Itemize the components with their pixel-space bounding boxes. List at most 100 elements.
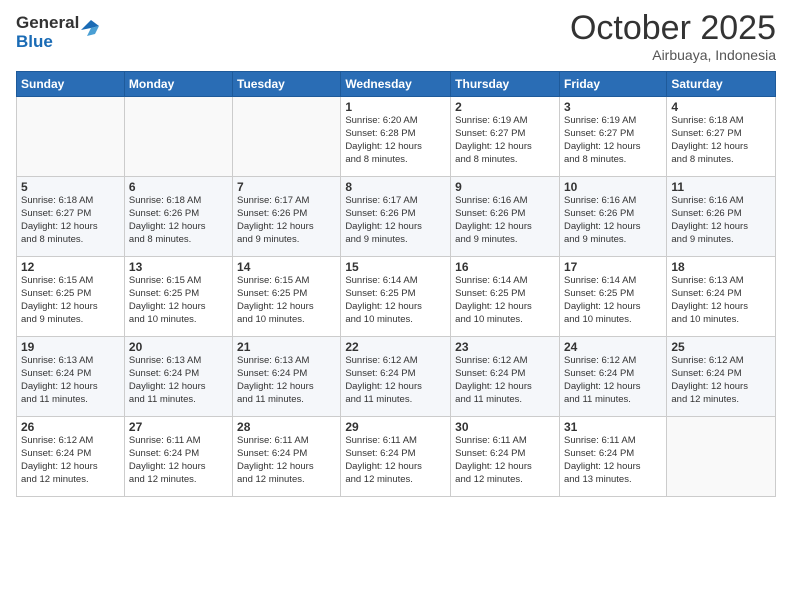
weekday-header-friday: Friday — [559, 72, 666, 97]
calendar-cell: 19Sunrise: 6:13 AMSunset: 6:24 PMDayligh… — [17, 337, 125, 417]
calendar-cell: 13Sunrise: 6:15 AMSunset: 6:25 PMDayligh… — [124, 257, 232, 337]
day-info: Sunrise: 6:11 AMSunset: 6:24 PMDaylight:… — [564, 435, 662, 486]
weekday-header-saturday: Saturday — [667, 72, 776, 97]
day-info: Sunrise: 6:19 AMSunset: 6:27 PMDaylight:… — [564, 115, 662, 166]
calendar-cell: 11Sunrise: 6:16 AMSunset: 6:26 PMDayligh… — [667, 177, 776, 257]
day-info: Sunrise: 6:13 AMSunset: 6:24 PMDaylight:… — [21, 355, 120, 406]
day-number: 23 — [455, 340, 555, 354]
calendar-cell: 8Sunrise: 6:17 AMSunset: 6:26 PMDaylight… — [341, 177, 451, 257]
calendar-cell: 31Sunrise: 6:11 AMSunset: 6:24 PMDayligh… — [559, 417, 666, 497]
calendar-cell: 3Sunrise: 6:19 AMSunset: 6:27 PMDaylight… — [559, 97, 666, 177]
day-number: 28 — [237, 420, 336, 434]
calendar-cell — [667, 417, 776, 497]
calendar-cell: 26Sunrise: 6:12 AMSunset: 6:24 PMDayligh… — [17, 417, 125, 497]
calendar-cell: 20Sunrise: 6:13 AMSunset: 6:24 PMDayligh… — [124, 337, 232, 417]
calendar-cell — [233, 97, 341, 177]
day-info: Sunrise: 6:11 AMSunset: 6:24 PMDaylight:… — [345, 435, 446, 486]
day-info: Sunrise: 6:12 AMSunset: 6:24 PMDaylight:… — [21, 435, 120, 486]
calendar-week-5: 26Sunrise: 6:12 AMSunset: 6:24 PMDayligh… — [17, 417, 776, 497]
calendar-cell: 18Sunrise: 6:13 AMSunset: 6:24 PMDayligh… — [667, 257, 776, 337]
day-info: Sunrise: 6:16 AMSunset: 6:26 PMDaylight:… — [564, 195, 662, 246]
day-number: 7 — [237, 180, 336, 194]
day-number: 8 — [345, 180, 446, 194]
day-number: 10 — [564, 180, 662, 194]
calendar-cell: 15Sunrise: 6:14 AMSunset: 6:25 PMDayligh… — [341, 257, 451, 337]
month-title: October 2025 — [570, 10, 776, 47]
day-number: 27 — [129, 420, 228, 434]
day-info: Sunrise: 6:12 AMSunset: 6:24 PMDaylight:… — [671, 355, 771, 406]
calendar-cell: 16Sunrise: 6:14 AMSunset: 6:25 PMDayligh… — [451, 257, 560, 337]
day-number: 13 — [129, 260, 228, 274]
weekday-header-monday: Monday — [124, 72, 232, 97]
weekday-header-thursday: Thursday — [451, 72, 560, 97]
calendar-cell: 17Sunrise: 6:14 AMSunset: 6:25 PMDayligh… — [559, 257, 666, 337]
title-block: October 2025 Airbuaya, Indonesia — [570, 10, 776, 63]
day-info: Sunrise: 6:11 AMSunset: 6:24 PMDaylight:… — [455, 435, 555, 486]
day-info: Sunrise: 6:18 AMSunset: 6:27 PMDaylight:… — [21, 195, 120, 246]
calendar-week-2: 5Sunrise: 6:18 AMSunset: 6:27 PMDaylight… — [17, 177, 776, 257]
calendar-cell: 10Sunrise: 6:16 AMSunset: 6:26 PMDayligh… — [559, 177, 666, 257]
day-info: Sunrise: 6:14 AMSunset: 6:25 PMDaylight:… — [455, 275, 555, 326]
calendar-cell: 4Sunrise: 6:18 AMSunset: 6:27 PMDaylight… — [667, 97, 776, 177]
day-number: 4 — [671, 100, 771, 114]
day-number: 19 — [21, 340, 120, 354]
calendar-cell: 2Sunrise: 6:19 AMSunset: 6:27 PMDaylight… — [451, 97, 560, 177]
calendar-cell: 1Sunrise: 6:20 AMSunset: 6:28 PMDaylight… — [341, 97, 451, 177]
day-info: Sunrise: 6:17 AMSunset: 6:26 PMDaylight:… — [345, 195, 446, 246]
day-number: 20 — [129, 340, 228, 354]
logo: General Blue — [16, 14, 99, 51]
day-info: Sunrise: 6:11 AMSunset: 6:24 PMDaylight:… — [129, 435, 228, 486]
day-number: 25 — [671, 340, 771, 354]
day-info: Sunrise: 6:18 AMSunset: 6:27 PMDaylight:… — [671, 115, 771, 166]
calendar-cell — [124, 97, 232, 177]
day-number: 6 — [129, 180, 228, 194]
day-info: Sunrise: 6:12 AMSunset: 6:24 PMDaylight:… — [345, 355, 446, 406]
calendar-cell: 25Sunrise: 6:12 AMSunset: 6:24 PMDayligh… — [667, 337, 776, 417]
day-info: Sunrise: 6:13 AMSunset: 6:24 PMDaylight:… — [671, 275, 771, 326]
location: Airbuaya, Indonesia — [570, 47, 776, 63]
day-number: 3 — [564, 100, 662, 114]
logo-general: General — [16, 14, 79, 33]
calendar-cell: 9Sunrise: 6:16 AMSunset: 6:26 PMDaylight… — [451, 177, 560, 257]
day-info: Sunrise: 6:17 AMSunset: 6:26 PMDaylight:… — [237, 195, 336, 246]
page-header: General Blue October 2025 Airbuaya, Indo… — [16, 10, 776, 63]
calendar-week-1: 1Sunrise: 6:20 AMSunset: 6:28 PMDaylight… — [17, 97, 776, 177]
calendar-cell: 5Sunrise: 6:18 AMSunset: 6:27 PMDaylight… — [17, 177, 125, 257]
day-info: Sunrise: 6:12 AMSunset: 6:24 PMDaylight:… — [455, 355, 555, 406]
day-number: 26 — [21, 420, 120, 434]
weekday-header-row: SundayMondayTuesdayWednesdayThursdayFrid… — [17, 72, 776, 97]
calendar-cell: 27Sunrise: 6:11 AMSunset: 6:24 PMDayligh… — [124, 417, 232, 497]
day-info: Sunrise: 6:15 AMSunset: 6:25 PMDaylight:… — [237, 275, 336, 326]
logo-bird-icon — [81, 20, 99, 42]
calendar-cell: 28Sunrise: 6:11 AMSunset: 6:24 PMDayligh… — [233, 417, 341, 497]
day-number: 24 — [564, 340, 662, 354]
day-number: 29 — [345, 420, 446, 434]
calendar-cell: 30Sunrise: 6:11 AMSunset: 6:24 PMDayligh… — [451, 417, 560, 497]
day-number: 18 — [671, 260, 771, 274]
weekday-header-tuesday: Tuesday — [233, 72, 341, 97]
calendar-cell: 7Sunrise: 6:17 AMSunset: 6:26 PMDaylight… — [233, 177, 341, 257]
calendar-table: SundayMondayTuesdayWednesdayThursdayFrid… — [16, 71, 776, 497]
weekday-header-wednesday: Wednesday — [341, 72, 451, 97]
calendar-cell: 24Sunrise: 6:12 AMSunset: 6:24 PMDayligh… — [559, 337, 666, 417]
day-info: Sunrise: 6:13 AMSunset: 6:24 PMDaylight:… — [129, 355, 228, 406]
day-number: 11 — [671, 180, 771, 194]
day-number: 16 — [455, 260, 555, 274]
day-info: Sunrise: 6:15 AMSunset: 6:25 PMDaylight:… — [21, 275, 120, 326]
day-number: 1 — [345, 100, 446, 114]
day-number: 15 — [345, 260, 446, 274]
logo-blue: Blue — [16, 33, 79, 52]
calendar-cell: 6Sunrise: 6:18 AMSunset: 6:26 PMDaylight… — [124, 177, 232, 257]
day-number: 31 — [564, 420, 662, 434]
day-number: 22 — [345, 340, 446, 354]
day-info: Sunrise: 6:16 AMSunset: 6:26 PMDaylight:… — [455, 195, 555, 246]
day-info: Sunrise: 6:15 AMSunset: 6:25 PMDaylight:… — [129, 275, 228, 326]
calendar-cell — [17, 97, 125, 177]
calendar-cell: 12Sunrise: 6:15 AMSunset: 6:25 PMDayligh… — [17, 257, 125, 337]
day-number: 12 — [21, 260, 120, 274]
calendar-week-3: 12Sunrise: 6:15 AMSunset: 6:25 PMDayligh… — [17, 257, 776, 337]
day-number: 21 — [237, 340, 336, 354]
day-number: 5 — [21, 180, 120, 194]
day-number: 2 — [455, 100, 555, 114]
day-info: Sunrise: 6:11 AMSunset: 6:24 PMDaylight:… — [237, 435, 336, 486]
